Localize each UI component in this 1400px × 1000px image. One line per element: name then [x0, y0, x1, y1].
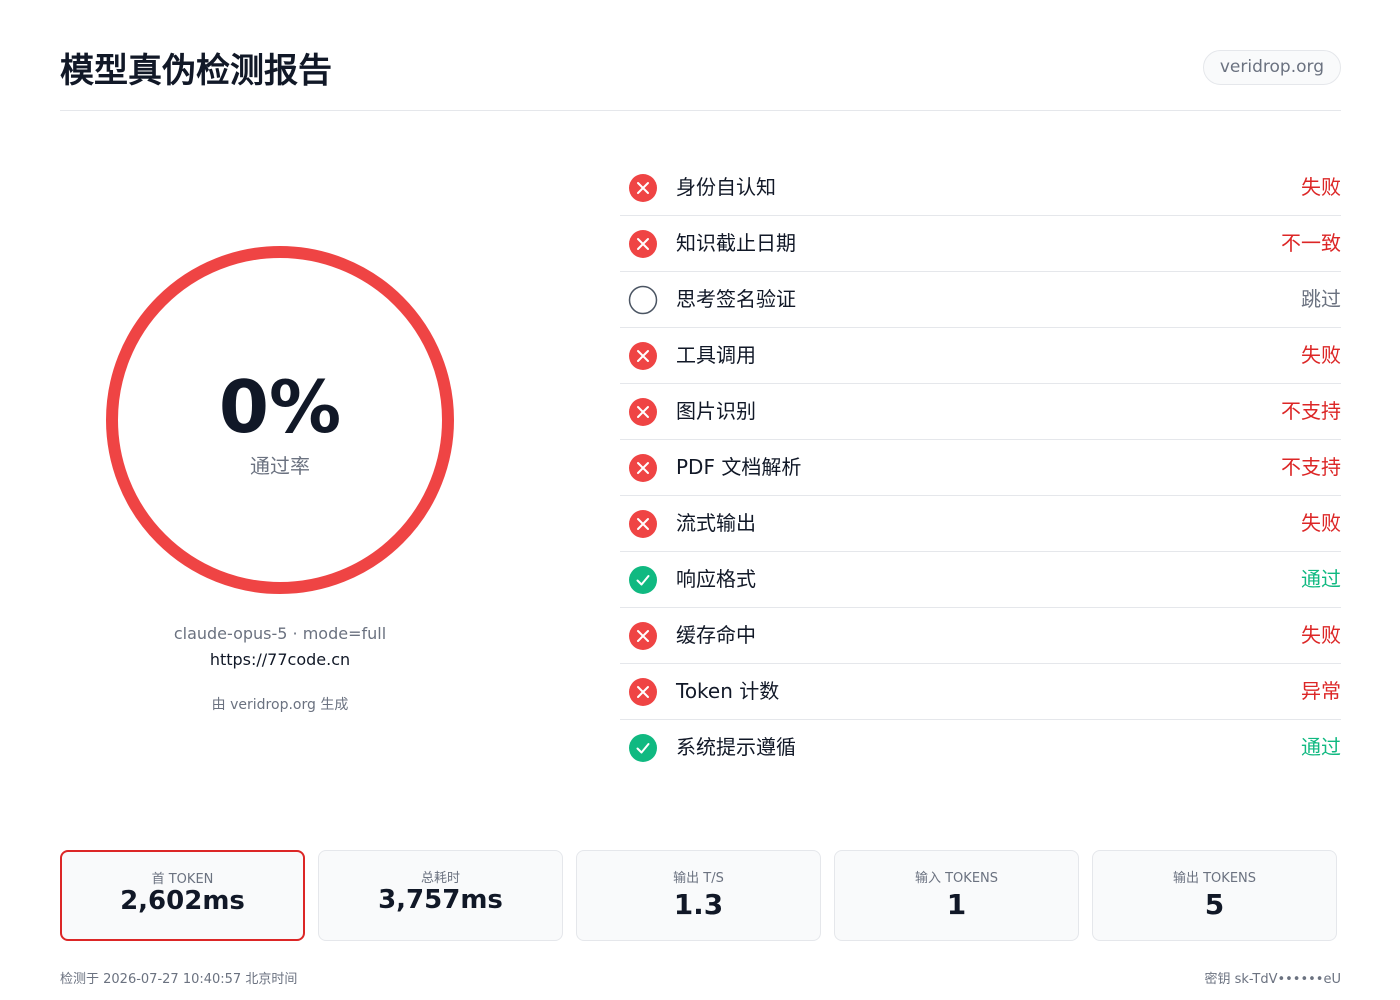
- metric-card: 输入 TOKENS 1: [834, 850, 1079, 941]
- check-row: PDF 文档解析 不支持: [620, 440, 1341, 496]
- check-name: 流式输出: [676, 511, 756, 535]
- check-status: 不支持: [1281, 399, 1341, 423]
- check-status: 不支持: [1281, 455, 1341, 479]
- check-row: 缓存命中 失败: [620, 608, 1341, 664]
- check-circle-icon: [628, 733, 658, 763]
- metric-label: 输出 TOKENS: [1172, 871, 1257, 886]
- check-row: 系统提示遵循 通过: [620, 720, 1341, 776]
- check-name: 思考签名验证: [676, 287, 796, 311]
- powered-by: 由 veridrop.org 生成: [211, 697, 349, 713]
- check-name: 知识截止日期: [676, 231, 796, 255]
- x-circle-icon: [628, 341, 658, 371]
- check-status: 不一致: [1281, 231, 1341, 255]
- metric-value: 2,602ms: [120, 886, 245, 916]
- check-name: 工具调用: [676, 343, 756, 367]
- metric-value: 3,757ms: [378, 885, 503, 915]
- x-circle-icon: [628, 677, 658, 707]
- check-row: 身份自认知 失败: [620, 160, 1341, 216]
- check-row: Token 计数 异常: [620, 664, 1341, 720]
- metric-card: 输出 T/S 1.3: [576, 850, 821, 941]
- check-status: 失败: [1301, 343, 1341, 367]
- domain-badge[interactable]: veridrop.org: [1202, 50, 1341, 85]
- check-row: 图片识别 不支持: [620, 384, 1341, 440]
- x-circle-icon: [628, 621, 658, 651]
- check-name: Token 计数: [676, 679, 780, 703]
- metric-card: 输出 TOKENS 5: [1092, 850, 1337, 941]
- metric-card: 首 TOKEN 2,602ms: [60, 850, 305, 941]
- check-name: 图片识别: [676, 399, 756, 423]
- check-status: 通过: [1301, 567, 1341, 591]
- check-status: 跳过: [1301, 287, 1341, 311]
- metric-value: 1: [946, 888, 967, 921]
- metric-value: 1.3: [673, 888, 724, 921]
- model-meta: claude-opus-5 · mode=full: [173, 624, 387, 643]
- check-name: 身份自认知: [676, 175, 776, 199]
- check-name: 响应格式: [676, 567, 756, 591]
- score-label: 通过率: [250, 454, 310, 478]
- page-title: 模型真伪检测报告: [60, 51, 332, 91]
- metrics-row: 首 TOKEN 2,602ms 总耗时 3,757ms 输出 T/S 1.3 输入 TOKE…: [60, 850, 1341, 941]
- check-status: 通过: [1301, 735, 1341, 759]
- footer-key: 密钥 sk-TdV••••••eU: [1204, 972, 1341, 987]
- check-row: 思考签名验证 跳过: [620, 272, 1341, 328]
- check-row: 流式输出 失败: [620, 496, 1341, 552]
- check-name: PDF 文档解析: [676, 455, 802, 479]
- check-circle-icon: [628, 565, 658, 595]
- endpoint-url[interactable]: https://77code.cn: [60, 650, 500, 669]
- score-panel: 0% 通过率 claude-opus-5 · mode=full https:/…: [60, 140, 500, 800]
- metric-label: 输入 TOKENS: [914, 871, 999, 886]
- footer-timestamp: 检测于 2026-07-27 10:40:57 北京时间: [60, 972, 298, 987]
- check-list: 身份自认知 失败 知识截止日期 不一致 思考签名验证 跳过 工具调用 失败 图片识别 不支持 PDF…: [620, 160, 1341, 776]
- metric-card: 总耗时 3,757ms: [318, 850, 563, 941]
- x-circle-icon: [628, 509, 658, 539]
- check-name: 缓存命中: [676, 623, 756, 647]
- check-status: 失败: [1301, 623, 1341, 647]
- check-status: 失败: [1301, 175, 1341, 199]
- metric-label: 首 TOKEN: [151, 872, 214, 887]
- score-value: 0%: [218, 365, 342, 449]
- check-name: 系统提示遵循: [676, 735, 796, 759]
- x-circle-icon: [628, 173, 658, 203]
- check-row: 响应格式 通过: [620, 552, 1341, 608]
- check-status: 失败: [1301, 511, 1341, 535]
- metric-label: 总耗时: [420, 871, 460, 886]
- x-circle-icon: [628, 229, 658, 259]
- metric-label: 输出 T/S: [673, 871, 724, 886]
- metric-value: 5: [1204, 888, 1225, 921]
- check-status: 异常: [1301, 679, 1341, 703]
- report-header: 模型真伪检测报告 veridrop.org: [60, 40, 1341, 111]
- check-row: 工具调用 失败: [620, 328, 1341, 384]
- check-row: 知识截止日期 不一致: [620, 216, 1341, 272]
- x-circle-icon: [628, 397, 658, 427]
- empty-circle-icon: [628, 285, 658, 315]
- x-circle-icon: [628, 453, 658, 483]
